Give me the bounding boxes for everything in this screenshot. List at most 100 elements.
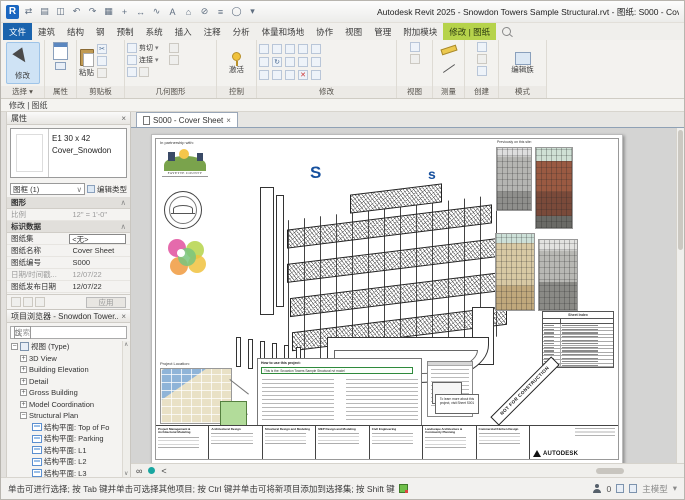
sort-default-icon[interactable] <box>35 297 45 307</box>
qat-dropdown-icon[interactable]: ▾ <box>246 5 259 19</box>
ribbon-tab-10[interactable]: 协作 <box>310 23 339 40</box>
tree-item[interactable]: −视图 (Type) <box>7 341 130 353</box>
caret-down-icon[interactable]: ▾ <box>673 483 677 494</box>
type-selector[interactable]: E1 30 x 42 Cover_Snowdon <box>10 128 127 178</box>
hide-elements-icon[interactable]: ∞ <box>136 466 142 476</box>
reveal-hidden-icon[interactable] <box>148 467 155 474</box>
properties-palette-icon[interactable] <box>53 42 68 60</box>
drawing-canvas[interactable]: In partnership with: FAYETTE COUNTY <box>131 128 684 463</box>
demolish-icon[interactable] <box>169 43 179 53</box>
sort-ascending-icon[interactable] <box>11 297 21 307</box>
scroll-up-icon[interactable]: ∧ <box>124 341 128 348</box>
ribbon-tab-6[interactable]: 插入 <box>169 23 198 40</box>
copy-icon[interactable] <box>259 57 269 67</box>
ribbon-tab-0[interactable]: 文件 <box>3 23 32 40</box>
tree-item[interactable]: 结构平面: L2 <box>7 456 130 468</box>
modify-options-icon[interactable] <box>502 27 511 36</box>
canvas-horizontal-scrollbar[interactable] <box>596 468 624 474</box>
rotate-icon[interactable]: ↻ <box>272 57 282 67</box>
cover-sheet[interactable]: In partnership with: FAYETTE COUNTY <box>151 134 623 463</box>
revit-logo[interactable]: R <box>6 5 19 19</box>
create-group-icon[interactable] <box>477 42 487 52</box>
tree-item[interactable]: 结构平面: L1 <box>7 445 130 457</box>
view-tab-active[interactable]: S000 - Cover Sheet × <box>136 112 238 127</box>
ribbon-tab-2[interactable]: 结构 <box>61 23 90 40</box>
save-icon[interactable]: ◫ <box>54 5 67 19</box>
close-icon[interactable]: × <box>226 116 231 125</box>
property-row[interactable]: 日期/时间戳...12/07/22 <box>7 269 130 281</box>
move-icon[interactable] <box>311 44 321 54</box>
create-assembly-icon[interactable] <box>477 54 487 64</box>
open-icon[interactable]: ▤ <box>38 5 51 19</box>
redo-icon[interactable]: ↷ <box>86 5 99 19</box>
ribbon-tab-4[interactable]: 预制 <box>111 23 140 40</box>
sort-descending-icon[interactable] <box>23 297 33 307</box>
split-face-icon[interactable] <box>139 67 149 77</box>
search-input[interactable]: 搜索 <box>10 326 127 339</box>
select-toggle-icon[interactable] <box>629 484 637 493</box>
align-icon[interactable] <box>259 44 269 54</box>
measure-icon[interactable] <box>440 45 457 56</box>
linework-icon[interactable] <box>410 42 420 52</box>
ribbon-tab-8[interactable]: 分析 <box>227 23 256 40</box>
edit-type-button[interactable]: 编辑类型 <box>87 184 127 195</box>
apply-button[interactable]: 应用 <box>86 297 126 308</box>
measure-between-icon[interactable] <box>442 64 454 73</box>
match-icon[interactable] <box>311 70 321 80</box>
panel-label-select[interactable]: 选择 ▾ <box>1 86 44 98</box>
ribbon-tab-12[interactable]: 管理 <box>368 23 397 40</box>
ribbon-tab-11[interactable]: 视图 <box>339 23 368 40</box>
property-row[interactable]: 图纸发布日期12/07/22 <box>7 281 130 293</box>
default-3d-view-icon[interactable]: ⌂ <box>182 5 195 19</box>
print-icon[interactable]: ▦ <box>102 5 115 19</box>
element-selector[interactable]: 图框 (1) ∨ <box>10 183 85 195</box>
wall-joins-icon[interactable] <box>169 55 179 65</box>
tree-scrollbar[interactable]: ∧ ∨ <box>122 341 130 477</box>
user-icon[interactable]: ◯ <box>230 5 243 19</box>
ribbon-tab-1[interactable]: 建筑 <box>32 23 61 40</box>
tree-item[interactable]: −Structural Plan <box>7 410 130 422</box>
collapse-icon[interactable]: < <box>161 466 166 476</box>
ribbon-tab-13[interactable]: 附加模块 <box>397 23 443 40</box>
trim-icon[interactable] <box>285 57 295 67</box>
split-icon[interactable] <box>311 57 321 67</box>
browser-organization-icon[interactable] <box>55 62 66 70</box>
tree-item[interactable]: 结构平面: L3 <box>7 468 130 478</box>
section-icon[interactable]: ⊘ <box>198 5 211 19</box>
tree-item[interactable]: 结构平面: Top of Fo <box>7 422 130 434</box>
mirror-pick-icon[interactable] <box>298 44 308 54</box>
tree-item[interactable]: +Model Coordination <box>7 399 130 411</box>
tree-item[interactable]: +Building Elevation <box>7 364 130 376</box>
join-geometry-button[interactable]: 连接 ▾ <box>127 54 214 65</box>
modify-icon[interactable]: + <box>118 5 131 19</box>
worksharing-icon[interactable] <box>399 484 408 493</box>
property-row[interactable]: 图纸编号S000 <box>7 257 130 269</box>
array-icon[interactable] <box>259 70 269 80</box>
close-icon[interactable]: × <box>121 114 126 123</box>
match-type-icon[interactable] <box>97 68 107 78</box>
aligned-dimension-icon[interactable]: ↔ <box>134 5 147 19</box>
tree-item[interactable]: 结构平面: Parking <box>7 433 130 445</box>
tree-item[interactable]: +3D View <box>7 353 130 365</box>
pin-icon[interactable] <box>285 70 295 80</box>
extend-icon[interactable] <box>298 57 308 67</box>
offset-icon[interactable] <box>272 44 282 54</box>
activate-button[interactable]: 激活 <box>229 42 244 84</box>
ribbon-tab-5[interactable]: 系统 <box>140 23 169 40</box>
paint-icon[interactable] <box>127 67 137 77</box>
tree-item[interactable]: +Detail <box>7 376 130 388</box>
cut-geometry-button[interactable]: 剪切 ▾ <box>127 42 214 53</box>
undo-icon[interactable]: ↶ <box>70 5 83 19</box>
editable-only-icon[interactable] <box>616 484 624 493</box>
scroll-down-icon[interactable]: ∨ <box>124 470 128 477</box>
property-row[interactable]: 比例12" = 1'-0" <box>7 209 130 221</box>
sync-icon[interactable]: ⇄ <box>22 5 35 19</box>
delete-icon[interactable]: ✕ <box>298 70 308 80</box>
ribbon-tab-9[interactable]: 体量和场地 <box>256 23 311 40</box>
model-line-icon[interactable]: ∿ <box>150 5 163 19</box>
paste-button[interactable]: 粘贴 <box>79 42 94 84</box>
canvas-vertical-scrollbar[interactable] <box>676 128 684 463</box>
tree-item[interactable]: +Gross Building <box>7 387 130 399</box>
property-row[interactable]: 图纸集<无> <box>7 233 130 245</box>
filter-icon[interactable] <box>593 484 601 493</box>
